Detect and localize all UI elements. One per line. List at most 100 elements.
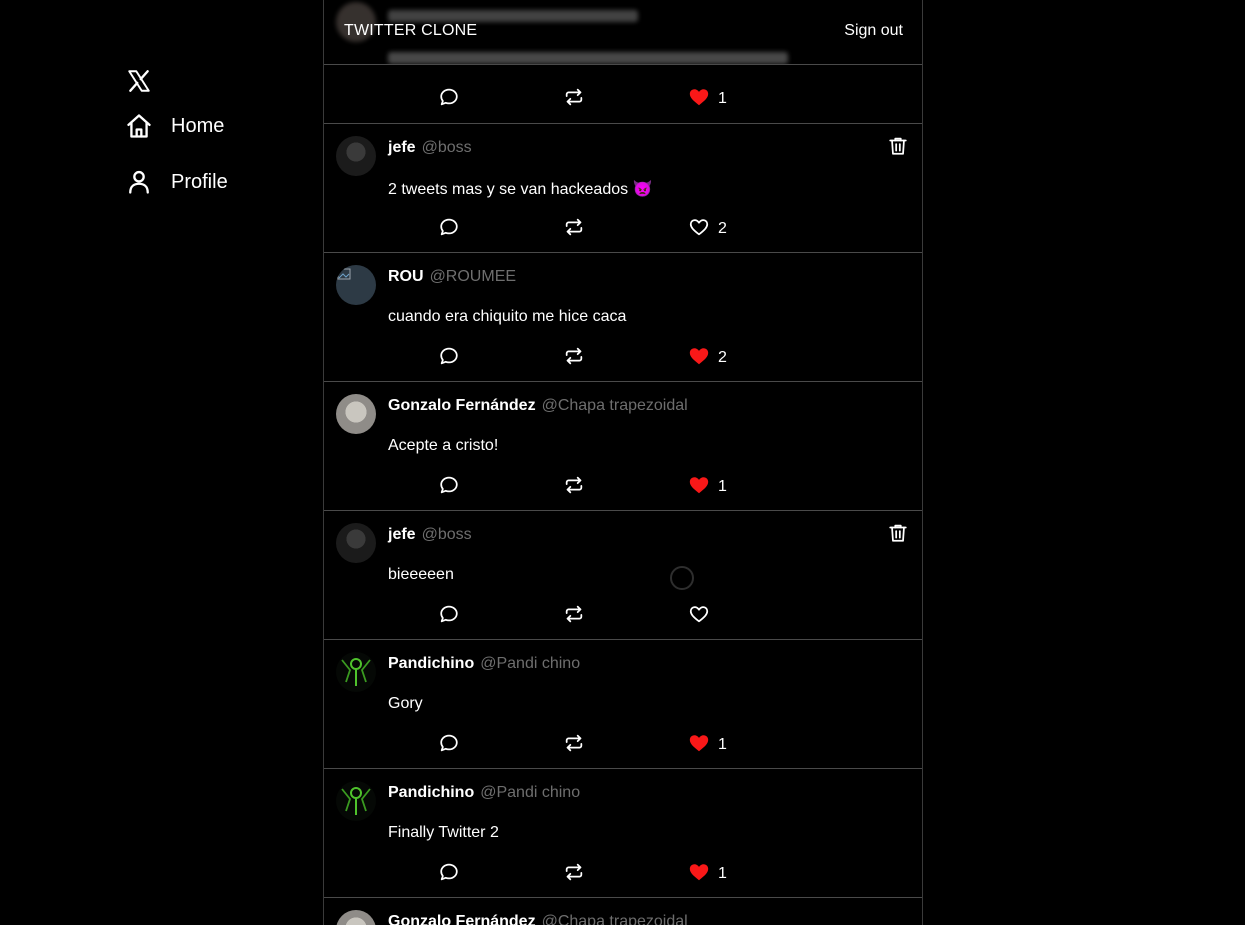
like-button[interactable]: 2 [688,217,727,241]
author-name[interactable]: Pandichino [388,784,474,801]
reply-button[interactable] [438,862,460,886]
heart-outline-icon [688,603,710,630]
green-emblem-icon [341,787,371,815]
sidebar-item-home[interactable]: Home [124,110,224,142]
avatar[interactable] [336,652,376,692]
author-name[interactable]: Gonzalo Fernández [388,397,536,414]
x-logo-icon[interactable] [126,68,152,94]
tweet-card: jefe @boss bieeeeen [324,511,922,640]
retweet-icon [563,86,585,113]
heart-filled-icon [688,732,710,759]
reply-button[interactable] [438,346,460,370]
like-count: 2 [718,220,727,237]
retweet-icon [563,861,585,888]
author-name[interactable]: Pandichino [388,655,474,672]
tweet-header: Gonzalo Fernández @Chapa trapezoidal [388,913,688,925]
tweet-card: ROU @ROUMEE cuando era chiquito me hice c… [324,253,922,382]
reply-button[interactable] [438,217,460,241]
reply-button[interactable] [438,87,460,111]
like-count: 1 [718,478,727,495]
delete-button[interactable] [886,136,910,160]
tweet-header: Pandichino @Pandi chino [388,784,580,802]
author-name[interactable]: jefe [388,139,416,156]
tweet-header: Pandichino @Pandi chino [388,655,580,673]
author-handle: @Chapa trapezoidal [541,913,688,925]
tweet-header: ROU @ROUMEE [388,268,516,286]
sign-out-button[interactable]: Sign out [844,22,903,40]
sidebar-item-profile[interactable]: Profile [124,166,228,198]
like-count: 1 [718,90,727,107]
retweet-button[interactable] [563,217,585,241]
top-bar: TWITTER CLONE Sign out [324,0,922,65]
app-title: TWITTER CLONE [344,22,478,39]
avatar[interactable] [336,394,376,434]
like-button[interactable] [688,604,710,628]
author-name[interactable]: ROU [388,268,424,285]
reply-button[interactable] [438,733,460,757]
author-handle: @ROUMEE [429,268,517,285]
reply-icon [438,603,460,630]
sidebar-item-label: Profile [171,170,228,193]
reply-icon [438,345,460,372]
tweet-card: Pandichino @Pandi chino Finally Twitter 2… [324,769,922,898]
reply-icon [438,474,460,501]
reply-icon [438,86,460,113]
green-emblem-icon [341,658,371,686]
reply-button[interactable] [438,604,460,628]
like-button[interactable]: 1 [688,733,727,757]
avatar[interactable] [336,523,376,563]
reply-icon [438,216,460,243]
retweet-icon [563,216,585,243]
avatar[interactable] [336,910,376,925]
loading-spinner [670,566,694,590]
retweet-button[interactable] [563,346,585,370]
heart-outline-icon [688,216,710,243]
reply-button[interactable] [438,475,460,499]
trash-icon [887,135,909,162]
author-name[interactable]: Gonzalo Fernández [388,913,536,925]
heart-filled-icon [688,474,710,501]
tweet-card: Gonzalo Fernández @Chapa trapezoidal [324,898,922,925]
author-name[interactable]: jefe [388,526,416,543]
like-count: 1 [718,736,727,753]
reply-icon [438,861,460,888]
retweet-icon [563,732,585,759]
delete-button[interactable] [886,523,910,547]
tweet-card: Gonzalo Fernández @Chapa trapezoidal Acep… [324,382,922,511]
reply-icon [438,732,460,759]
like-count: 2 [718,349,727,366]
like-button[interactable]: 2 [688,346,727,370]
heart-filled-icon [688,86,710,113]
retweet-icon [563,603,585,630]
avatar[interactable] [336,781,376,821]
avatar[interactable] [336,265,376,305]
retweet-button[interactable] [563,733,585,757]
like-button[interactable]: 1 [688,87,727,111]
like-count: 1 [718,865,727,882]
tweet-text: Gory [388,695,423,712]
tweet-text: bieeeeen [388,566,454,583]
retweet-button[interactable] [563,475,585,499]
tweet-actions-partial: 1 [324,65,922,124]
tweet-text: 2 tweets mas y se van hackeados 👿 [388,181,653,198]
broken-image-icon [337,268,351,280]
trash-icon [887,522,909,549]
retweet-button[interactable] [563,862,585,886]
user-icon [124,167,154,197]
tweet-feed[interactable]: TWITTER CLONE Sign out 1 jefe @boss 2 twe… [323,0,923,925]
author-handle: @Pandi chino [480,784,581,801]
author-handle: @Pandi chino [480,655,581,672]
home-icon [124,111,154,141]
retweet-icon [563,474,585,501]
retweet-button[interactable] [563,87,585,111]
like-button[interactable]: 1 [688,475,727,499]
tweet-text: cuando era chiquito me hice caca [388,308,627,325]
tweet-header: Gonzalo Fernández @Chapa trapezoidal [388,397,688,415]
retweet-button[interactable] [563,604,585,628]
author-handle: @boss [421,526,472,543]
retweet-icon [563,345,585,372]
tweet-text: Finally Twitter 2 [388,824,499,841]
like-button[interactable]: 1 [688,862,727,886]
avatar[interactable] [336,136,376,176]
tweet-header: jefe @boss [388,139,472,157]
